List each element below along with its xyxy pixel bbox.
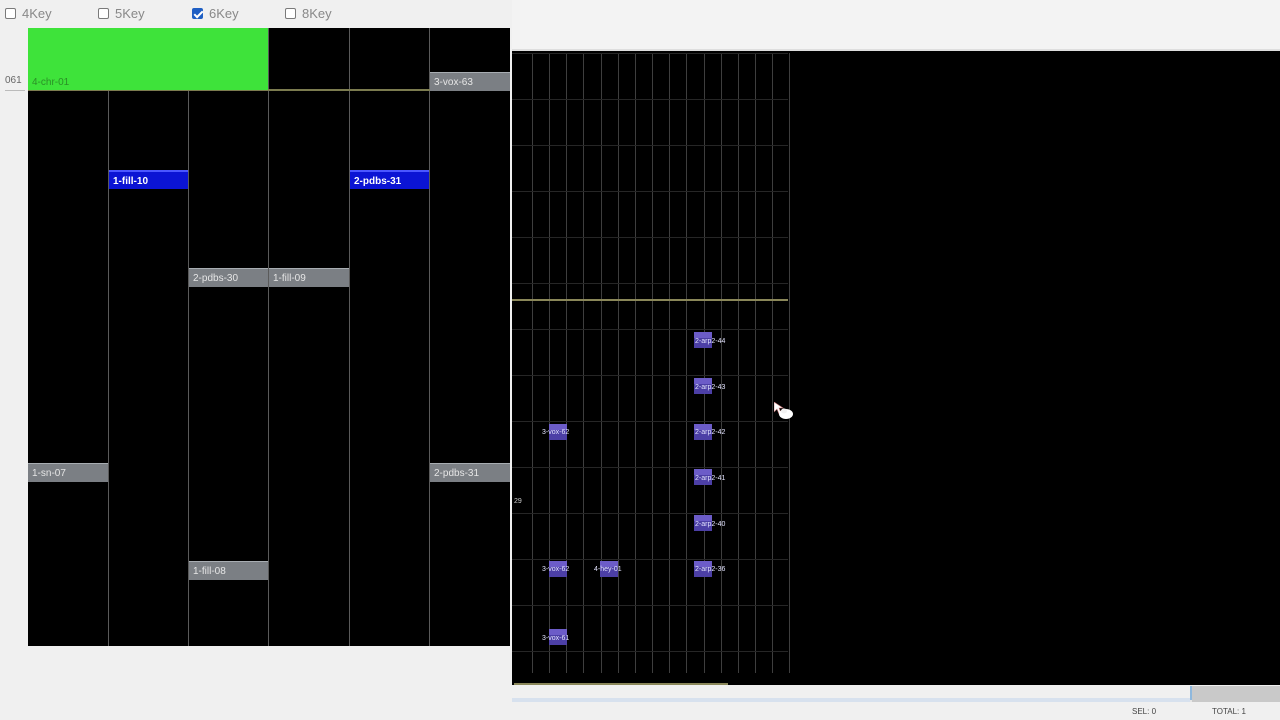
lane-divider [108, 28, 109, 646]
checkbox-6key[interactable] [192, 7, 203, 19]
grid-column-line [583, 53, 584, 673]
lane-editor[interactable]: 4-chr-01 3-vox-63 1-fill-10 2-pdbs-31 2-… [28, 28, 510, 646]
grid-column-line [772, 53, 773, 673]
edge-label: 29 [514, 498, 522, 505]
lane-divider [349, 28, 350, 646]
grid-row-line [512, 467, 788, 468]
note-label: 1-fill-09 [273, 273, 306, 284]
note-label: 2-pdbs-31 [434, 468, 480, 479]
status-bar: SEL: 0 TOTAL: 1 [512, 704, 1280, 720]
note-long[interactable]: 4-chr-01 [28, 28, 268, 90]
grid-column-line [738, 53, 739, 673]
checkbox-8key[interactable] [285, 7, 296, 19]
sample-label: 2-arp2-42 [695, 429, 726, 436]
grid-column-line [704, 53, 705, 673]
grid-row-line [512, 283, 788, 284]
note-label: 2-pdbs-31 [354, 176, 402, 187]
grid-column-line [652, 53, 653, 673]
toolbar-strip [512, 0, 1280, 49]
sample-label: 2-arp2-43 [695, 384, 726, 391]
measure-line [512, 299, 788, 301]
grid-column-line [635, 53, 636, 673]
note[interactable]: 1-sn-07 [28, 463, 108, 482]
grid-column-line [566, 53, 567, 673]
note-label: 1-sn-07 [32, 468, 66, 479]
grid-row-line [512, 651, 788, 652]
grid-column-line [755, 53, 756, 673]
measure-rule [5, 90, 25, 91]
selection-count: SEL: 0 [1132, 707, 1157, 716]
grid-column-line [669, 53, 670, 673]
grid-column-line [532, 53, 533, 673]
grid-column-line [601, 53, 602, 673]
grid-row-line [512, 421, 788, 422]
key-option-label: 4Key [22, 5, 52, 21]
horizontal-scrollbar-thumb[interactable] [1190, 686, 1280, 702]
mouse-cursor-icon [774, 402, 793, 419]
sample-label: 2-arp2-36 [695, 566, 726, 573]
key-option-label: 6Key [209, 5, 239, 21]
sample-label: 2-arp2-40 [695, 521, 726, 528]
sample-label: 2-arp2-41 [695, 475, 726, 482]
grid-row-line [512, 191, 788, 192]
note-label: 2-pdbs-30 [193, 273, 239, 284]
checkbox-5key[interactable] [98, 7, 109, 19]
horizontal-scrollbar-track[interactable] [512, 698, 1280, 702]
sample-label: 2-arp2-44 [695, 338, 726, 345]
note[interactable]: 2-pdbs-31 [430, 463, 510, 482]
lane-divider [188, 28, 189, 646]
note-label: 1-fill-08 [193, 566, 226, 577]
grid-column-line [686, 53, 687, 673]
note[interactable]: 1-fill-09 [269, 268, 349, 287]
chart-editor-window: 4Key 5Key 6Key 8Key 061 4-chr-01 3-vox-6… [0, 0, 1280, 720]
grid-column-line [618, 53, 619, 673]
note[interactable]: 3-vox-63 [430, 72, 510, 91]
grid-row-line [512, 99, 788, 100]
scrollbar-marker [1190, 686, 1192, 700]
checkbox-4key[interactable] [5, 7, 16, 19]
note-label: 3-vox-63 [434, 77, 473, 88]
grid-row-line [512, 53, 788, 54]
measure-number: 061 [5, 75, 22, 86]
key-option-5key[interactable]: 5Key [98, 4, 145, 22]
sample-label: 3-vox-61 [542, 635, 570, 642]
note[interactable]: 1-fill-08 [189, 561, 268, 580]
lane-divider [268, 28, 269, 646]
grid-row-line [512, 513, 788, 514]
grid-row-line [512, 237, 788, 238]
key-mode-bar: 4Key 5Key 6Key 8Key [0, 0, 512, 26]
note[interactable]: 2-pdbs-30 [189, 268, 268, 287]
key-option-label: 8Key [302, 5, 332, 21]
lane-divider [429, 28, 430, 646]
key-option-8key[interactable]: 8Key [285, 4, 332, 22]
note-label: 4-chr-01 [32, 77, 70, 88]
sample-label: 3-vox-62 [542, 566, 570, 573]
sample-grid[interactable]: 2-arp2-44 2-arp2-43 3-vox-62 2-arp2-42 2… [512, 49, 1280, 685]
sample-label: 3-vox-62 [542, 429, 570, 436]
note-label: 1-fill-10 [113, 176, 149, 187]
grid-row-line [512, 559, 788, 560]
note-selected[interactable]: 2-pdbs-31 [350, 170, 429, 189]
grid-column-line [789, 53, 790, 673]
scroll-indicator-line [514, 683, 728, 685]
key-option-label: 5Key [115, 5, 145, 21]
note-selected[interactable]: 1-fill-10 [109, 170, 188, 189]
key-option-4key[interactable]: 4Key [5, 4, 52, 22]
key-option-6key[interactable]: 6Key [192, 4, 239, 22]
grid-row-line [512, 605, 788, 606]
total-count: TOTAL: 1 [1212, 707, 1246, 716]
sample-label: 4-hey-01 [594, 566, 622, 573]
grid-row-line [512, 145, 788, 146]
grid-row-line [512, 375, 788, 376]
grid-column-line [549, 53, 550, 673]
grid-row-line [512, 329, 788, 330]
grid-column-line [721, 53, 722, 673]
